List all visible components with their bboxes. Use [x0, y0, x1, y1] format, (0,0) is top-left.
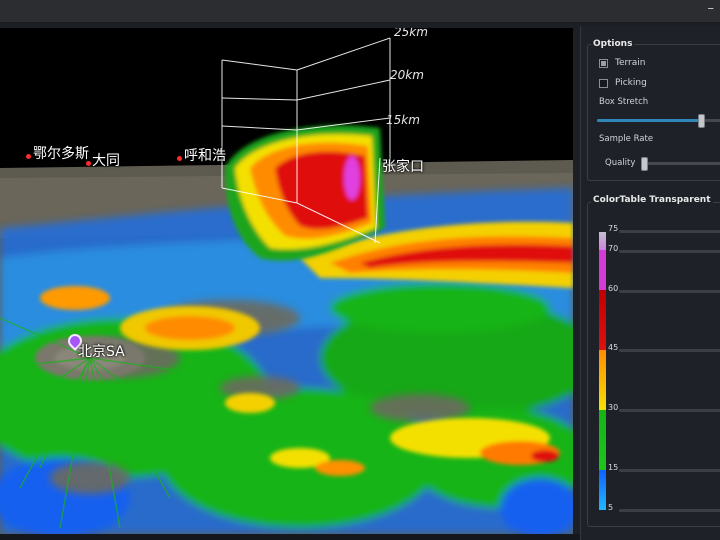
quality-slider-handle[interactable] [641, 157, 648, 171]
legend-segment-45-60 [599, 290, 606, 350]
height-label-15km: 15km [386, 113, 420, 127]
checkbox-unchecked-icon[interactable] [599, 78, 608, 88]
legend-segment-60-70 [599, 250, 606, 290]
colortable-title: ColorTable Transparent [591, 195, 713, 205]
legend-segment-15-30 [599, 410, 606, 470]
legend-segment-5-15 [599, 470, 606, 510]
height-label-20km: 20km [390, 68, 424, 82]
city-label-ordos: 鄂尔多斯 [33, 146, 89, 162]
legend-tick-30: 30 [608, 403, 619, 412]
legend-tick-60: 60 [608, 284, 619, 293]
control-panel: Options Terrain Picking Box Stretch Samp… [580, 26, 720, 540]
sample-rate-label: Sample Rate [599, 134, 654, 144]
transparency-slider-60[interactable] [619, 290, 720, 293]
city-label-datong: 大同 [92, 153, 120, 169]
legend-tick-70: 70 [608, 244, 619, 253]
quality-label: Quality [605, 158, 636, 168]
city-label-zhangjiakou: 张家口 [382, 159, 424, 175]
radar-scene [0, 28, 573, 534]
status-strip [0, 534, 580, 540]
picking-label: Picking [615, 78, 647, 88]
transparency-slider-45[interactable] [619, 349, 720, 352]
checkbox-checked-icon[interactable] [599, 58, 608, 68]
legend-segment-30-45 [599, 350, 606, 410]
box-stretch-slider-fill [597, 119, 699, 122]
quality-slider[interactable] [643, 162, 720, 165]
transparency-slider-75[interactable] [619, 230, 720, 233]
terrain-label: Terrain [615, 58, 646, 68]
box-stretch-label: Box Stretch [599, 97, 649, 107]
legend-tick-15: 15 [608, 463, 619, 472]
terrain-checkbox[interactable]: Terrain [599, 58, 645, 68]
radar-3d-viewport[interactable]: 25km 20km 15km 鄂尔多斯 大同 呼和浩 张家口 北京SA [0, 28, 573, 534]
box-stretch-slider-handle[interactable] [698, 114, 705, 128]
radar-station-label: 北京SA [78, 344, 125, 360]
title-bar: – [0, 0, 720, 23]
transparency-slider-15[interactable] [619, 469, 720, 472]
transparency-slider-30[interactable] [619, 409, 720, 412]
legend-tick-5: 5 [608, 503, 614, 512]
height-label-25km: 25km [394, 28, 428, 39]
city-marker-icon [26, 154, 31, 159]
transparency-slider-70[interactable] [619, 250, 720, 253]
options-title: Options [591, 39, 635, 49]
city-marker-icon [86, 161, 91, 166]
transparency-slider-5[interactable] [619, 509, 720, 512]
legend-tick-45: 45 [608, 343, 619, 352]
legend-tick-75: 75 [608, 224, 619, 233]
picking-checkbox[interactable]: Picking [599, 78, 647, 88]
legend-segment-70-75 [599, 232, 606, 250]
city-label-hohhot: 呼和浩 [184, 148, 226, 164]
minimize-icon[interactable]: – [708, 1, 715, 16]
city-marker-icon [177, 156, 182, 161]
